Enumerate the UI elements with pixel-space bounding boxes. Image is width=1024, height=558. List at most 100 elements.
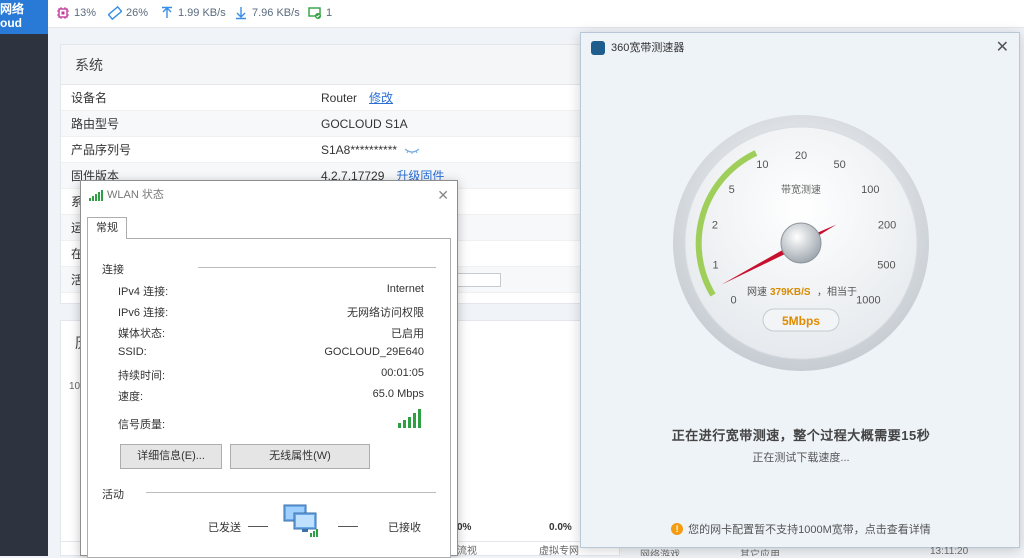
activity-section-label: 活动 <box>102 489 124 501</box>
cpu-value: 13% <box>74 7 97 19</box>
speed-label: 速度: <box>118 391 144 403</box>
chart-axis-label: 10 <box>69 381 81 392</box>
wifi-signal-icon <box>89 190 103 201</box>
wlan-tabs: 常规 <box>87 217 127 239</box>
nic-warning[interactable]: ! 您的网卡配置暂不支持1000M宽带，点击查看详情 <box>581 521 1021 537</box>
wlan-general-panel: 连接 IPv4 连接: Internet IPv6 连接: 无网络访问权限 媒体状态… <box>87 238 451 558</box>
sys-row-serial: 产品序列号 S1A8********** <box>61 137 621 163</box>
download-stat: 7.96 KB/s <box>234 6 300 20</box>
gauge-tick-label: 20 <box>795 150 807 162</box>
eye-closed-icon[interactable] <box>404 146 420 156</box>
close-icon[interactable]: ✕ <box>437 181 449 209</box>
nic-warning-text[interactable]: 您的网卡配置暂不支持1000M宽带，点击查看详情 <box>688 521 931 537</box>
percent-value-2: 0.0% <box>549 522 572 533</box>
sent-line <box>248 526 268 527</box>
signal-quality-label: 信号质量: <box>118 419 166 431</box>
memory-stat: 26% <box>108 6 148 20</box>
speed-gauge: 01251020501002005001000 带宽测速 网速 379KB/S … <box>673 115 929 371</box>
sys-row-device-name: 设备名 Router 修改 <box>61 85 621 111</box>
ipv6-row: IPv6 连接: 无网络访问权限 <box>118 304 424 320</box>
status-bar: 13% 26% 1.99 KB/s 7.96 KB/s 1 <box>48 0 1024 28</box>
download-arrow-icon <box>236 7 246 20</box>
speed-test-status: 正在进行宽带测速，整个过程大概需要15秒 <box>671 428 931 443</box>
equivalent-label: ，相当于 <box>817 285 857 298</box>
gauge-tick-label: 200 <box>878 220 896 232</box>
app-logo-icon <box>591 41 605 55</box>
brand-line-2: oud <box>0 16 22 30</box>
speed-test-titlebar[interactable]: 360宽带测速器 ✕ <box>581 33 1019 63</box>
speed-test-substatus: 正在测试下载速度... <box>752 452 850 464</box>
warning-icon: ! <box>671 523 684 535</box>
footer-right: 网络游戏 其它应用 13:11:20 <box>640 546 1024 556</box>
ssid-value: GOCLOUD_29E640 <box>324 346 424 358</box>
download-value: 7.96 KB/s <box>252 7 300 19</box>
gauge-tick-label: 100 <box>861 184 879 196</box>
footer-item: 其它应用 <box>740 550 780 556</box>
media-state-value: 已启用 <box>391 328 424 340</box>
speed-label: 网速 <box>747 286 767 298</box>
gauge-tick-label: 50 <box>833 159 845 171</box>
gauge-tick-label: 500 <box>877 259 895 271</box>
ipv6-label: IPv6 连接: <box>118 307 169 319</box>
ipv4-value: Internet <box>386 283 424 295</box>
speed-value: 379KB/S <box>770 287 811 298</box>
wireless-properties-button[interactable]: 无线属性(W) <box>230 444 370 469</box>
ipv6-value: 无网络访问权限 <box>347 307 424 319</box>
footer-item: 虚拟专网 <box>539 546 579 557</box>
sys-value: Router <box>321 91 358 105</box>
sys-value: GOCLOUD S1A <box>321 117 408 131</box>
footer-item: 流视 <box>457 546 477 557</box>
gauge-tick-label: 10 <box>756 159 768 171</box>
sys-row-model: 路由型号 GOCLOUD S1A <box>61 111 621 137</box>
devices-count: 1 <box>326 7 333 19</box>
cpu-stat: 13% <box>56 6 96 20</box>
sys-value: S1A8********** <box>321 143 398 157</box>
cpu-icon <box>57 7 69 19</box>
wlan-titlebar[interactable]: WLAN 状态 ✕ <box>81 181 457 209</box>
duration-row: 持续时间: 00:01:05 <box>118 367 424 383</box>
wlan-dialog-title: WLAN 状态 <box>107 189 164 201</box>
gauge-tick-label: 5 <box>729 184 735 196</box>
duration-value: 00:01:05 <box>381 367 424 379</box>
ssid-row: SSID: GOCLOUD_29E640 <box>118 346 424 358</box>
percent-value-1: 0% <box>457 522 472 533</box>
brand-logo: 网络 oud <box>0 0 48 34</box>
speed-test-title: 360宽带测速器 <box>611 42 685 54</box>
received-line <box>338 526 358 527</box>
details-button[interactable]: 详细信息(E)... <box>120 444 222 469</box>
ipv4-label: IPv4 连接: <box>118 286 169 298</box>
footer-clock: 13:11:20 <box>930 546 969 556</box>
section-divider <box>146 492 436 493</box>
rename-link[interactable]: 修改 <box>369 91 393 105</box>
media-state-row: 媒体状态: 已启用 <box>118 325 424 341</box>
speed-value: 65.0 Mbps <box>372 388 424 400</box>
section-divider <box>198 267 436 268</box>
gauge-tick-label: 2 <box>712 220 718 232</box>
received-label: 已接收 <box>388 522 421 534</box>
upload-value: 1.99 KB/s <box>178 7 226 19</box>
speed-test-window: 360宽带测速器 ✕ 0 1 2 5 10 20 50 100 200 500 1000 带宽测速 … <box>580 32 1020 548</box>
ssid-label: SSID: <box>118 346 147 358</box>
sys-label: 设备名 <box>71 91 108 105</box>
speed-row: 速度: 65.0 Mbps <box>118 388 424 404</box>
footer-item: 网络游戏 <box>640 550 680 556</box>
gauge-tick-label: 1 <box>713 259 719 271</box>
memory-value: 26% <box>126 7 149 19</box>
gauge-title: 带宽测速 <box>781 183 821 196</box>
close-icon[interactable]: ✕ <box>996 33 1009 63</box>
signal-row: 信号质量: <box>118 409 424 432</box>
memory-icon <box>108 6 122 20</box>
sys-label: 产品序列号 <box>71 143 132 157</box>
ipv4-row: IPv4 连接: Internet <box>118 283 424 299</box>
sys-label: 路由型号 <box>71 117 120 131</box>
media-state-label: 媒体状态: <box>118 328 166 340</box>
devices-stat: 1 <box>308 6 332 20</box>
network-computers-icon <box>283 504 318 537</box>
left-sidebar: 网络 oud <box>0 0 48 556</box>
system-panel-title: 系统 <box>61 45 619 85</box>
wlan-status-dialog: WLAN 状态 ✕ 常规 连接 IPv4 连接: Internet IPv6 连接… <box>80 180 458 558</box>
duration-label: 持续时间: <box>118 370 166 382</box>
tab-general[interactable]: 常规 <box>87 217 127 239</box>
gauge-hub <box>780 222 822 264</box>
connected-device-icon <box>308 7 321 19</box>
